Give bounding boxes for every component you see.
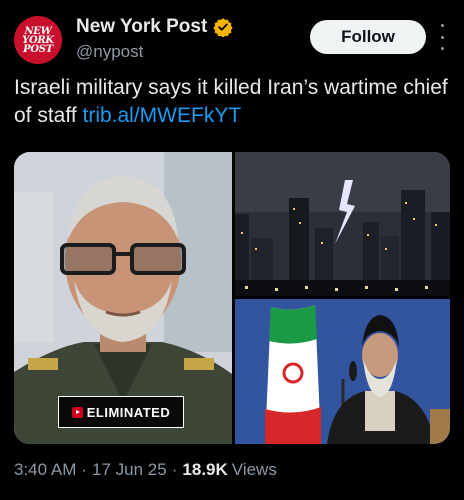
tweet-link[interactable]: trib.al/MWEFkYT [83, 104, 242, 127]
handle[interactable]: @nypost [76, 42, 143, 62]
separator: · [171, 460, 178, 479]
eliminated-label: ELIMINATED [58, 396, 184, 428]
display-name[interactable]: New York Post [76, 16, 207, 38]
name-row: New York Post [76, 16, 233, 38]
media-photo-city-lightning[interactable] [235, 152, 450, 296]
tweet-header: NEW YORK POST New York Post @nypost Foll… [14, 14, 450, 66]
tweet-meta: 3:40 AM · 17 Jun 25 · 18.9K Views [14, 460, 277, 480]
media-photo-official[interactable]: ELIMINATED [14, 152, 232, 444]
play-icon [71, 406, 83, 418]
city-skyline-illustration [235, 152, 450, 296]
views-count: 18.9K [182, 460, 228, 479]
avatar[interactable]: NEW YORK POST [14, 16, 62, 64]
tweet-time[interactable]: 3:40 AM [14, 460, 76, 480]
tweet-date[interactable]: 17 Jun 25 [92, 460, 167, 480]
nypost-logo: NEW YORK POST [22, 25, 54, 55]
leader-portrait-illustration [235, 299, 450, 444]
follow-button[interactable]: Follow [310, 20, 426, 54]
tweet-text: Israeli military says it killed Iran’s w… [14, 74, 454, 130]
verified-badge-icon [213, 18, 233, 37]
media-photo-leader[interactable] [235, 299, 450, 444]
more-options-icon[interactable] [434, 24, 450, 50]
views-label: Views [231, 460, 277, 479]
separator: · [81, 460, 88, 479]
media-grid: ELIMINATED [14, 152, 450, 444]
